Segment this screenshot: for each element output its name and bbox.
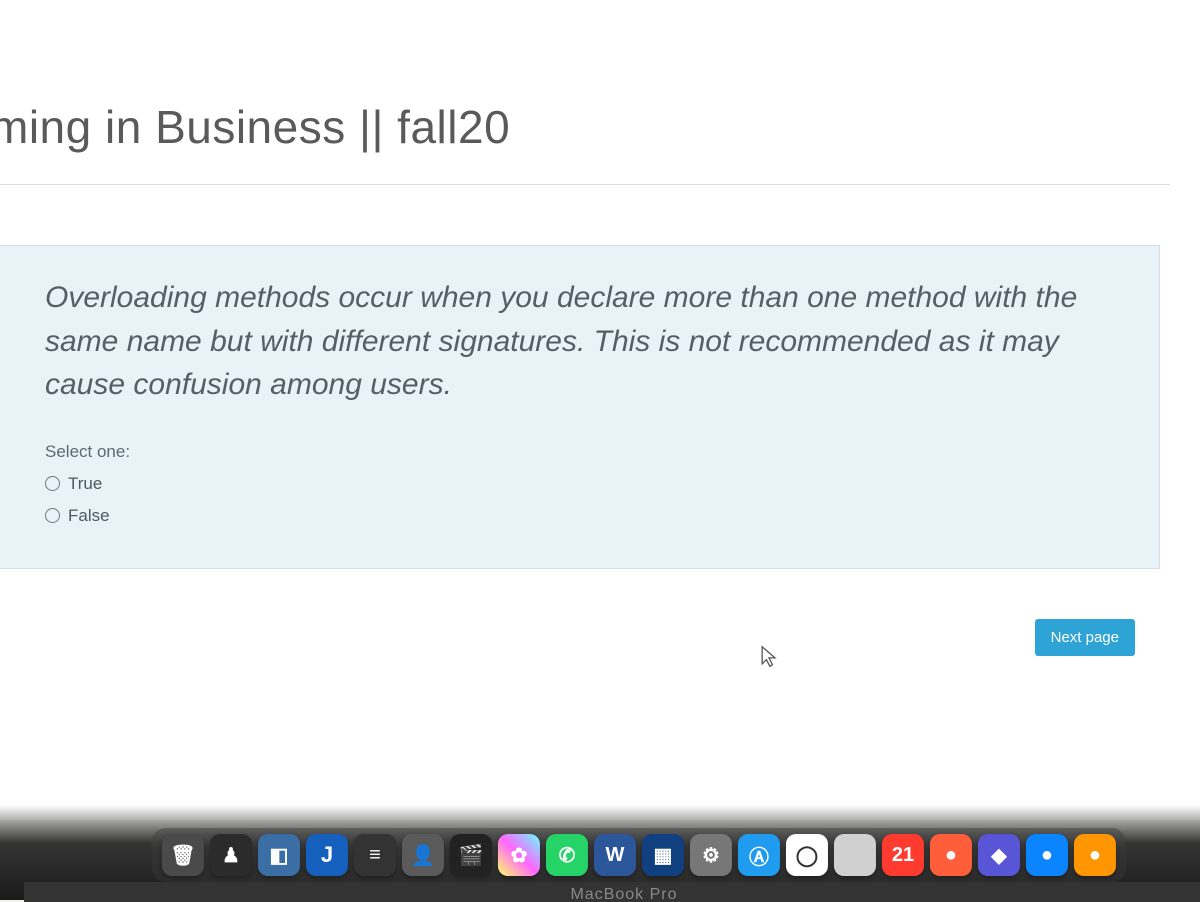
quiz-page: ming in Business || fall20 Overloading m…: [0, 0, 1200, 820]
radio-icon: [45, 508, 60, 523]
course-title: ming in Business || fall20: [0, 0, 1200, 184]
dock-app-icon[interactable]: ◆: [978, 834, 1020, 876]
dock-app-icon[interactable]: ●: [1026, 834, 1068, 876]
option-true[interactable]: True: [45, 474, 1119, 494]
dock-app-icon[interactable]: ●: [1074, 834, 1116, 876]
dock-app-icon[interactable]: [834, 834, 876, 876]
dock-app-icon[interactable]: ≡: [354, 834, 396, 876]
option-false[interactable]: False: [45, 506, 1119, 526]
dock-app-icon[interactable]: ◧: [258, 834, 300, 876]
select-one-label: Select one:: [45, 442, 1119, 462]
dock-whatsapp-icon[interactable]: ✆: [546, 834, 588, 876]
laptop-model-label: MacBook Pro: [24, 882, 1200, 902]
dock-trash-icon[interactable]: 🗑: [162, 834, 204, 876]
dock-intellij-icon[interactable]: J: [306, 834, 348, 876]
nav-row: Next page: [0, 569, 1200, 696]
dock-app-icon[interactable]: ♟: [210, 834, 252, 876]
dock-app-icon[interactable]: ●: [930, 834, 972, 876]
header-divider: [0, 184, 1170, 185]
question-card: Overloading methods occur when you decla…: [0, 245, 1160, 569]
option-false-label: False: [68, 506, 110, 526]
dock-app-icon[interactable]: ▦: [642, 834, 684, 876]
next-page-button[interactable]: Next page: [1035, 619, 1135, 656]
option-true-label: True: [68, 474, 102, 494]
dock-calendar-icon[interactable]: 21: [882, 834, 924, 876]
dock-chrome-icon[interactable]: ◯: [786, 834, 828, 876]
radio-icon: [45, 476, 60, 491]
dock-word-icon[interactable]: W: [594, 834, 636, 876]
question-text: Overloading methods occur when you decla…: [45, 276, 1119, 407]
dock-settings-icon[interactable]: ⚙: [690, 834, 732, 876]
macos-dock: 🗑 ♟ ◧ J ≡ 👤 🎬 ✿ ✆ W ▦ ⚙ Ⓐ ◯ 21 ● ◆ ● ●: [152, 828, 1126, 882]
dock-clapperboard-icon[interactable]: 🎬: [450, 834, 492, 876]
dock-contacts-icon[interactable]: 👤: [402, 834, 444, 876]
dock-photos-icon[interactable]: ✿: [498, 834, 540, 876]
dock-appstore-icon[interactable]: Ⓐ: [738, 834, 780, 876]
